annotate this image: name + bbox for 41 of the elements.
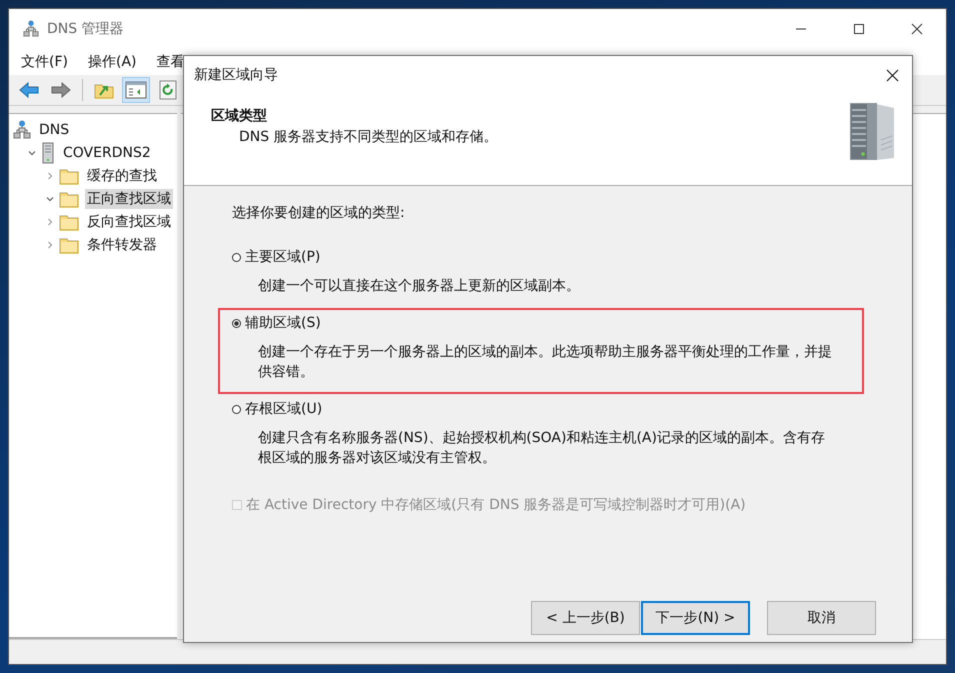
tree-item[interactable]: COVERDNS2 [61,144,153,162]
tree-item[interactable]: 缓存的查找 [85,166,159,186]
server-icon [41,142,55,164]
folder-icon [59,190,79,208]
back-arrow-icon [19,82,39,98]
forward-arrow-icon [51,82,71,98]
folder-icon [59,166,79,184]
close-icon [911,23,923,35]
folder-icon [59,236,79,254]
chevron-right-icon[interactable] [45,170,55,180]
radio-option[interactable]: 主要区域(P) [232,248,850,266]
window-title: DNS 管理器 [47,20,124,38]
tree-item[interactable]: 条件转发器 [85,234,159,254]
folder-icon [59,212,79,230]
chevron-right-icon[interactable] [45,216,55,226]
prompt-text: 选择你要创建的区域的类型: [232,204,406,222]
dialog-button[interactable]: < 上一步(B) [531,601,640,635]
menu-item[interactable]: 操作(A) [88,53,136,71]
dialog-button[interactable]: 取消 [767,601,876,635]
maximize-icon [853,23,865,35]
tree-item[interactable]: 正向查找区域 [85,188,173,208]
page-subtitle: DNS 服务器支持不同类型的区域和存储。 [239,128,498,146]
dialog-title: 新建区域向导 [194,66,278,84]
menu-item[interactable]: 文件(F) [21,53,68,71]
option-description: 创建一个可以直接在这个服务器上更新的区域副本。 [258,277,581,296]
toolbar-button[interactable] [122,77,150,103]
option-description: 创建一个存在于另一个服务器上的区域的副本。此选项帮助主服务器平衡处理的工作量，并提供容错。 [258,343,833,382]
radio-option[interactable]: 辅助区域(S) [232,314,850,332]
network-icon [23,20,39,38]
tree-item[interactable]: DNS [37,120,72,138]
console-tree-icon [125,81,147,99]
dialog-button[interactable]: 下一步(N) > [641,601,750,635]
menu-item[interactable]: 查看 [156,53,184,71]
network-icon [13,120,31,140]
radio-option[interactable]: 存根区域(U) [232,400,850,418]
option-description: 创建只含有名称服务器(NS)、起始授权机构(SOA)和粘连主机(A)记录的区域的副本。含有存根区域的服务器对该区域没有主管权。 [258,429,826,468]
refresh-icon [159,80,177,100]
tree-item[interactable]: 反向查找区域 [85,212,173,232]
close-icon [886,68,898,82]
chevron-right-icon[interactable] [45,240,55,250]
page-heading: 区域类型 [211,107,268,125]
